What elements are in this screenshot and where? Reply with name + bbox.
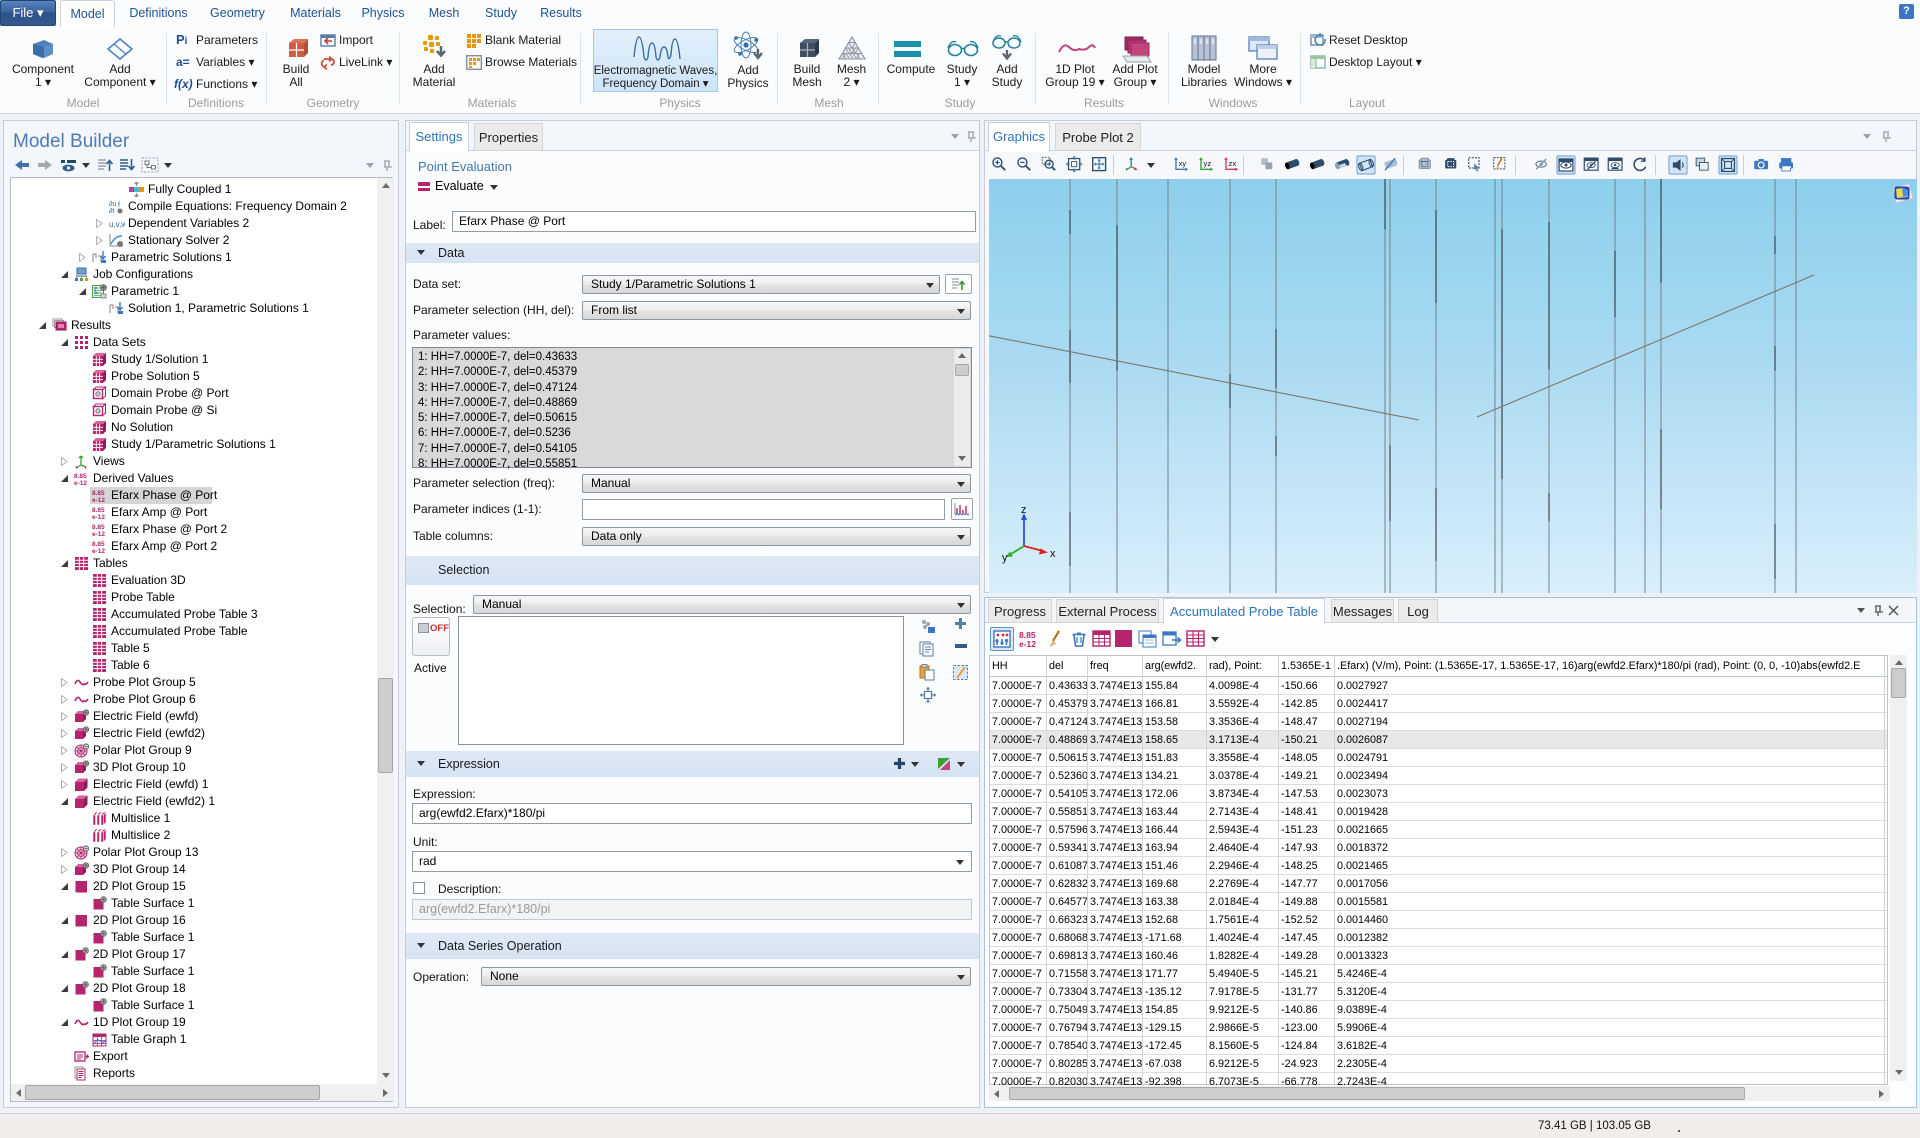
svg-text:e-12: e-12 [92, 531, 105, 537]
svg-text:8.85: 8.85 [92, 541, 105, 548]
svg-text:8.85: 8.85 [92, 524, 105, 531]
svg-text:u,v,w: u,v,w [109, 220, 125, 229]
svg-text:yz: yz [1204, 159, 1212, 168]
svg-text:8.85: 8.85 [92, 490, 105, 497]
svg-text:x: x [1050, 548, 1056, 560]
svg-text:y: y [1002, 552, 1008, 564]
svg-text:z: z [1021, 504, 1027, 516]
svg-text:xy: xy [1179, 159, 1187, 168]
svg-text:zx: zx [1229, 159, 1237, 168]
svg-text:∂t: ∂t [109, 208, 114, 214]
svg-text:e-12: e-12 [92, 514, 105, 520]
svg-text:8.85: 8.85 [74, 473, 87, 480]
svg-text:e-12: e-12 [92, 497, 105, 503]
svg-text:∂u: ∂u [109, 201, 116, 208]
svg-text:8.85: 8.85 [92, 507, 105, 514]
svg-text:f: f [118, 202, 120, 209]
svg-text:e-12: e-12 [1019, 639, 1036, 649]
svg-text:e-12: e-12 [74, 480, 87, 486]
svg-text:e-12: e-12 [92, 548, 105, 554]
